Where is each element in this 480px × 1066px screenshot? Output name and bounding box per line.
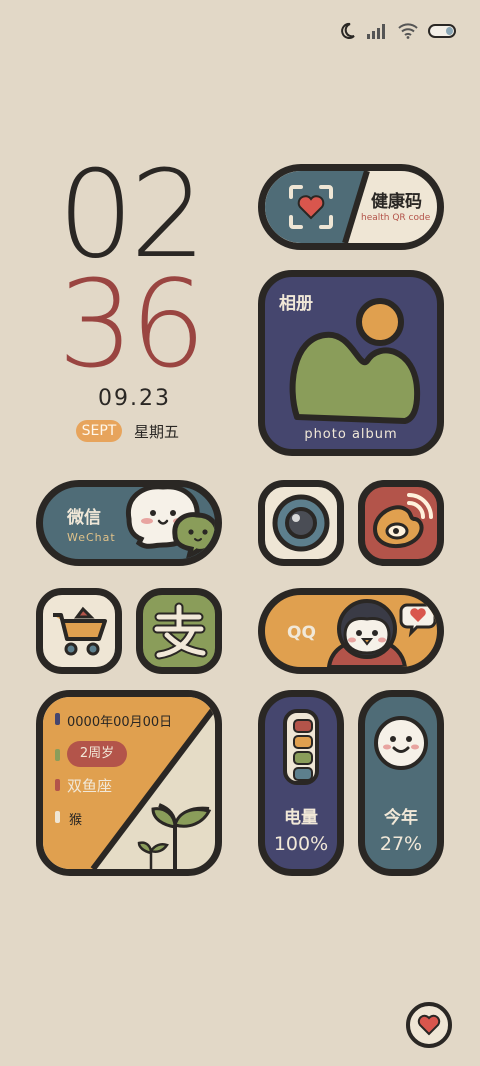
battery-level-4	[293, 767, 313, 781]
qq-title: QQ	[287, 623, 316, 643]
battery-icon	[428, 24, 456, 38]
info-bullet-date	[55, 713, 60, 725]
signal-icon	[367, 24, 385, 39]
battery-level-3	[293, 751, 313, 765]
weekday: 星期五	[134, 423, 180, 441]
alipay-app-icon[interactable]	[136, 588, 222, 674]
camera-lens-icon	[272, 494, 330, 552]
smiley-face-icon	[374, 716, 428, 770]
weibo-icon	[372, 493, 433, 548]
battery-gauge	[283, 709, 319, 785]
info-age-badge: 2周岁	[67, 741, 127, 767]
alipay-icon	[152, 602, 208, 660]
health-code-widget[interactable]: 健康码 health QR code	[258, 164, 444, 250]
shopping-cart-icon	[53, 606, 107, 656]
info-animal: 猴	[69, 813, 83, 828]
status-bar	[338, 22, 456, 40]
health-code-title: 健康码	[371, 192, 422, 212]
penguin-icon	[326, 599, 437, 667]
year-value: 27%	[379, 833, 423, 855]
info-bullet-age	[55, 749, 60, 761]
clock-minute: 36	[57, 256, 207, 395]
wechat-title: 微信	[67, 508, 101, 528]
info-zodiac: 双鱼座	[67, 777, 113, 795]
battery-label: 电量	[284, 808, 318, 828]
year-progress-widget[interactable]: 今年 27%	[358, 690, 444, 876]
moon-icon	[341, 22, 355, 39]
shopping-app-icon[interactable]	[36, 588, 122, 674]
heart-scan-icon	[289, 185, 333, 229]
mountain-sun-icon	[289, 298, 421, 424]
info-date: 0000年00月00日	[67, 715, 173, 730]
wifi-icon	[398, 23, 418, 39]
photo-album-widget[interactable]: 相册 photo album	[258, 270, 444, 456]
health-code-subtitle: health QR code	[361, 213, 431, 223]
qq-widget[interactable]: QQ	[258, 588, 444, 674]
weibo-app-icon[interactable]	[358, 480, 444, 566]
wechat-subtitle: WeChat	[67, 531, 116, 544]
wechat-bubbles-icon	[125, 487, 215, 559]
heart-icon	[417, 1014, 441, 1036]
battery-level-1	[293, 719, 313, 733]
wechat-widget[interactable]: 微信 WeChat	[36, 480, 222, 566]
battery-level-2	[293, 735, 313, 749]
info-bullet-animal	[55, 811, 60, 823]
battery-value: 100%	[273, 833, 329, 855]
clock-date: 09.23	[98, 386, 171, 411]
month-badge: SEPT	[76, 420, 122, 442]
heart-button[interactable]	[406, 1002, 452, 1048]
birthday-info-widget[interactable]: 0000年00月00日 2周岁 双鱼座 猴	[36, 690, 222, 876]
info-bullet-zodiac	[55, 779, 60, 791]
battery-widget[interactable]: 电量 100%	[258, 690, 344, 876]
camera-app-icon[interactable]	[258, 480, 344, 566]
album-subtitle: photo album	[304, 427, 398, 442]
year-label: 今年	[384, 808, 418, 828]
